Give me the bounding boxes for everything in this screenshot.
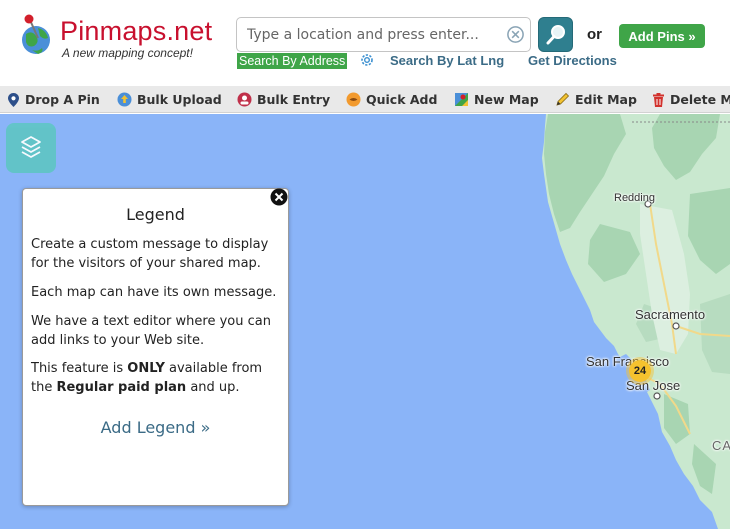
- layers-icon: [21, 136, 41, 158]
- toolbar: Drop A Pin Bulk Upload Bulk Entry Quick …: [0, 86, 730, 113]
- toolbar-item-label: Delete Ma: [670, 92, 730, 107]
- legend-text: Each map can have its own message.: [31, 285, 277, 300]
- search-box: [236, 17, 531, 52]
- legend-text: We have a text editor where you can add …: [31, 314, 271, 348]
- tagline: A new mapping concept!: [62, 46, 193, 60]
- add-legend-link[interactable]: Add Legend »: [23, 418, 288, 437]
- toolbar-item-label: Bulk Entry: [257, 92, 331, 107]
- legend-text-emphasis: ONLY: [127, 361, 165, 376]
- pencil-icon: [556, 92, 570, 106]
- bulk-entry-button[interactable]: Bulk Entry: [237, 86, 331, 112]
- toolbar-item-label: Edit Map: [575, 92, 637, 107]
- toolbar-item-label: New Map: [474, 92, 539, 107]
- close-icon[interactable]: [270, 188, 288, 206]
- clear-icon[interactable]: [506, 25, 525, 44]
- new-map-button[interactable]: New Map: [454, 86, 539, 112]
- get-directions-link[interactable]: Get Directions: [528, 53, 617, 68]
- region-label-ca: CA: [712, 438, 730, 453]
- city-label-sacramento: Sacramento: [635, 307, 706, 322]
- search-by-address-tab[interactable]: Search By Address: [237, 53, 348, 69]
- delete-map-button[interactable]: Delete Ma: [652, 86, 730, 112]
- search-button[interactable]: [538, 17, 573, 52]
- legend-title: Legend: [126, 205, 185, 224]
- city-label-redding: Redding: [614, 192, 655, 204]
- logo[interactable]: [18, 14, 56, 58]
- legend-text-emphasis: Regular paid plan: [56, 380, 187, 395]
- gear-icon[interactable]: [359, 52, 375, 68]
- drop-a-pin-button[interactable]: Drop A Pin: [7, 86, 100, 112]
- legend-text: Create a custom message to display for t…: [31, 237, 269, 271]
- location-search-input[interactable]: [237, 18, 505, 51]
- toolbar-item-label: Drop A Pin: [25, 92, 100, 107]
- marker-cluster[interactable]: 24: [626, 357, 654, 385]
- legend-text-fragment: and up.: [186, 380, 240, 395]
- bulk-entry-icon: [237, 92, 252, 107]
- brand-name: Pinmaps.net: [60, 16, 213, 46]
- legend-text: This feature is ONLY available from the …: [31, 359, 286, 397]
- quick-add-button[interactable]: Quick Add: [346, 86, 438, 112]
- magnifier-icon: [546, 24, 565, 44]
- or-label: or: [587, 26, 602, 43]
- edit-map-button[interactable]: Edit Map: [555, 86, 637, 112]
- header: Pinmaps.net A new mapping concept! or Ad…: [0, 0, 730, 86]
- legend-text-fragment: This feature is: [31, 361, 128, 376]
- quick-add-icon: [346, 92, 361, 107]
- pin-icon: [8, 92, 19, 107]
- toolbar-item-label: Bulk Upload: [137, 92, 222, 107]
- trash-icon: [653, 92, 664, 107]
- add-pins-button[interactable]: Add Pins »: [619, 24, 705, 48]
- globe-pin-icon: [22, 14, 50, 54]
- search-by-latlng-link[interactable]: Search By Lat Lng: [390, 53, 504, 68]
- bulk-upload-button[interactable]: Bulk Upload: [117, 86, 222, 112]
- legend-panel: Legend Create a custom message to displa…: [22, 188, 289, 506]
- upload-icon: [117, 92, 132, 107]
- toolbar-item-label: Quick Add: [366, 92, 438, 107]
- new-map-icon: [455, 93, 468, 106]
- layers-button[interactable]: [6, 123, 56, 173]
